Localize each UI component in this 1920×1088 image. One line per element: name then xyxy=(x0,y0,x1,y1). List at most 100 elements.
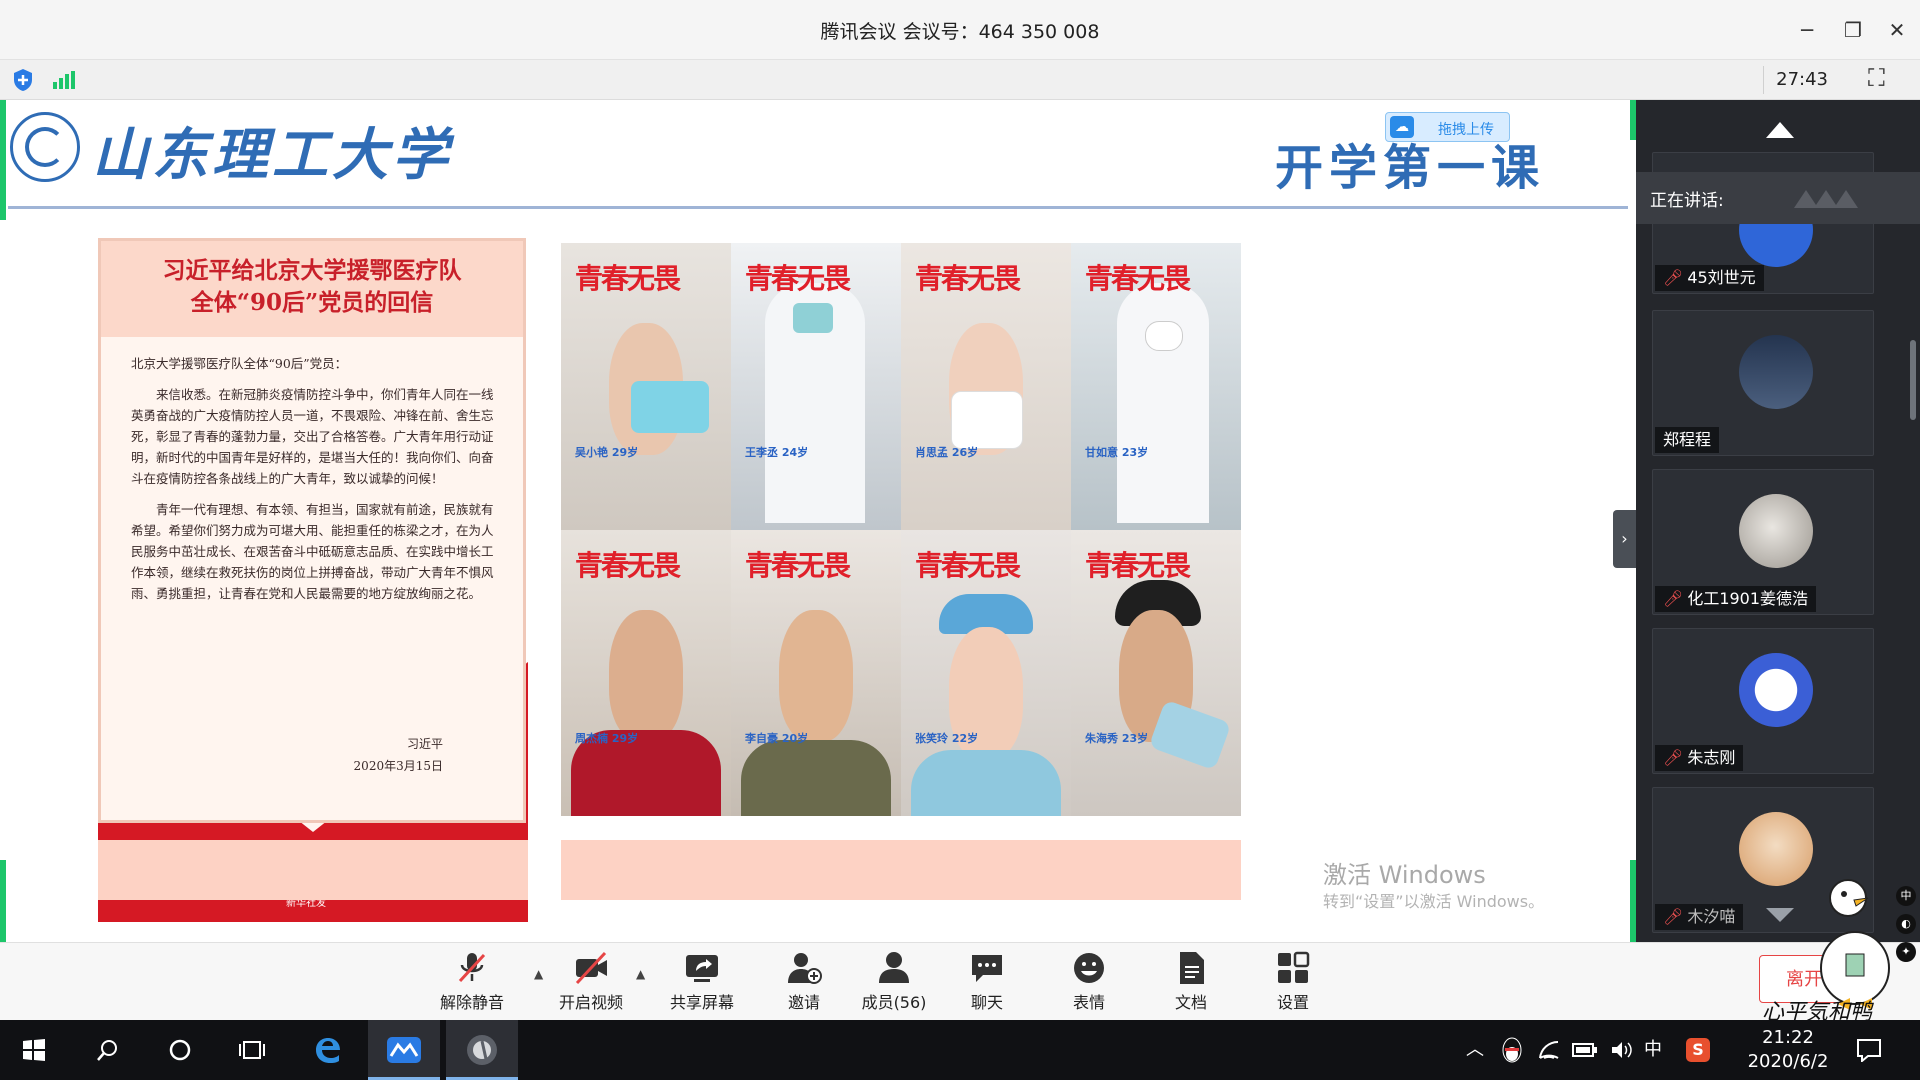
chat-icon xyxy=(972,955,1002,982)
members-button[interactable]: 成员(56) xyxy=(849,949,939,1017)
mic-muted-icon: 🎤︎ xyxy=(1663,907,1684,926)
meeting-controls: 解除静音 ▲ 开启视频 ▲ 共享屏幕 邀请 成员(56) 聊天 表情 文档 设置… xyxy=(0,942,1920,1020)
poster-caption: 朱海秀 23岁 xyxy=(1085,732,1149,745)
notification-icon[interactable] xyxy=(1856,1038,1882,1062)
minimize-icon[interactable]: ─ xyxy=(1790,14,1824,46)
task-view-icon[interactable] xyxy=(222,1020,282,1080)
letter-title-line1: 习近平给北京大学援鄂医疗队 xyxy=(162,257,462,284)
scroll-down-icon[interactable] xyxy=(1766,908,1794,922)
meeting-info-strip: 27:43 ⛶ xyxy=(0,60,1920,100)
letter-card: 习近平给北京大学援鄂医疗队 全体“90后”党员的回信 北京大学援鄂医疗队全体“9… xyxy=(98,238,526,823)
participant-tile[interactable]: 郑程程 xyxy=(1652,310,1874,456)
share-screen-icon xyxy=(686,955,718,982)
unmute-button[interactable]: 解除静音 xyxy=(427,949,517,1017)
share-border xyxy=(0,860,6,942)
share-screen-button[interactable]: 共享屏幕 xyxy=(657,949,747,1017)
audio-options-caret[interactable]: ▲ xyxy=(534,967,543,981)
fullscreen-icon[interactable]: ⛶ xyxy=(1868,64,1885,92)
invite-button[interactable]: 邀请 xyxy=(759,949,849,1017)
app-taskbar-icon[interactable] xyxy=(446,1020,518,1080)
clock-date: 2020/6/2 xyxy=(1747,1051,1829,1072)
add-user-icon xyxy=(788,953,822,984)
docs-button[interactable]: 文档 xyxy=(1146,949,1236,1017)
settings-button[interactable]: 设置 xyxy=(1248,949,1338,1017)
unmute-label: 解除静音 xyxy=(439,993,504,1012)
letter-paragraph: 来信收悉。在新冠肺炎疫情防控斗争中，你们青年人同在一线英勇奋战的广大疫情防控人员… xyxy=(131,387,494,486)
poster-title: 青春无畏 xyxy=(745,548,851,582)
camera-off-icon xyxy=(575,951,607,985)
battery-icon[interactable] xyxy=(1572,1042,1598,1058)
window-title: 腾讯会议 会议号：464 350 008 xyxy=(820,21,1100,43)
avatar xyxy=(1739,653,1813,727)
upload-label: 拖拽上传 xyxy=(1438,122,1494,138)
start-menu-icon[interactable] xyxy=(4,1020,64,1080)
chat-label: 聊天 xyxy=(970,993,1003,1012)
sogou-input-icon[interactable]: S xyxy=(1686,1038,1710,1062)
system-clock[interactable]: 21:22 2020/6/2 xyxy=(1738,1026,1838,1074)
poster-caption: 王李丞 24岁 xyxy=(745,445,809,459)
letter-body: 北京大学援鄂医疗队全体“90后”党员： 来信收悉。在新冠肺炎疫情防控斗争中，你们… xyxy=(131,353,501,614)
start-video-label: 开启视频 xyxy=(558,993,623,1012)
restore-icon[interactable]: ❐ xyxy=(1836,14,1870,46)
document-icon xyxy=(1180,952,1204,984)
mic-muted-icon: 🎤︎ xyxy=(1663,589,1684,608)
poster-title: 青春无畏 xyxy=(1085,262,1191,295)
poster: 青春无畏 甘如意 23岁 xyxy=(1071,243,1241,530)
chat-button[interactable]: 聊天 xyxy=(942,949,1032,1017)
shared-screen: 山东理工大学 开学第一课 ☁ 拖拽上传 新华社发 习近平给北京大学援鄂医疗队 全… xyxy=(0,100,1636,942)
poster-caption: 甘如意 23岁 xyxy=(1085,445,1149,459)
bird-icon[interactable]: ✦ xyxy=(1896,942,1916,962)
upload-button[interactable]: ☁ 拖拽上传 xyxy=(1385,112,1510,142)
share-border xyxy=(0,100,6,220)
shield-icon[interactable] xyxy=(12,68,34,92)
edge-browser-icon[interactable] xyxy=(298,1020,358,1080)
poster-caption: 李自豪 20岁 xyxy=(745,732,809,745)
floating-side-icons: 中 ◐ ✦ xyxy=(1896,886,1920,970)
participant-panel: 🎤︎ 45刘世元 正在讲话: 郑程程 🎤︎ 化工1901姜德浩 🎤︎ 朱志刚 🎤︎ 木汐… xyxy=(1636,100,1920,942)
poster-caption: 肖思孟 26岁 xyxy=(915,445,979,459)
poster: 青春无畏 朱海秀 23岁 xyxy=(1071,529,1241,816)
poster: 青春无畏 周杰楠 29岁 xyxy=(561,529,731,816)
participant-name: 🎤︎ 化工1901姜德浩 xyxy=(1655,586,1817,612)
mic-muted-icon: 🎤︎ xyxy=(1663,748,1684,767)
placeholder-box xyxy=(98,840,528,900)
poster-title: 青春无畏 xyxy=(915,548,1021,582)
start-video-button[interactable]: 开启视频 xyxy=(546,949,636,1017)
docs-label: 文档 xyxy=(1174,993,1207,1012)
avatar xyxy=(1739,494,1813,568)
scroll-up-icon[interactable] xyxy=(1766,122,1794,138)
header-divider xyxy=(8,206,1628,209)
emoji-button[interactable]: 表情 xyxy=(1044,949,1134,1017)
panel-toggle-handle[interactable]: › xyxy=(1613,510,1636,568)
language-icon[interactable]: 中 xyxy=(1896,886,1916,906)
letter-salutation: 北京大学援鄂医疗队全体“90后”党员： xyxy=(131,356,348,371)
poster: 青春无畏 肖思孟 26岁 xyxy=(901,243,1071,530)
letter-signature: 习近平 xyxy=(406,737,443,751)
volume-icon[interactable] xyxy=(1610,1040,1634,1060)
poster: 青春无畏 王李丞 24岁 xyxy=(731,243,901,530)
signal-icon[interactable] xyxy=(52,70,76,90)
tray-expand-icon[interactable]: ︿ xyxy=(1466,1020,1484,1080)
poster-title: 青春无畏 xyxy=(915,262,1021,295)
search-icon[interactable] xyxy=(78,1020,138,1080)
poster-title: 青春无畏 xyxy=(745,262,851,295)
participant-tile[interactable]: 🎤︎ 朱志刚 xyxy=(1652,628,1874,774)
moon-icon[interactable]: ◐ xyxy=(1896,914,1916,934)
qq-penguin-icon[interactable] xyxy=(1500,1036,1524,1064)
letter-paragraph: 青年一代有理想、有本领、有担当，国家就有前途，民族就有希望。希望你们努力成为可堪… xyxy=(131,502,494,601)
participant-tile[interactable]: 🎤︎ 化工1901姜德浩 xyxy=(1652,469,1874,615)
cloud-icon: ☁ xyxy=(1390,116,1414,138)
tencent-meeting-taskbar-icon[interactable] xyxy=(368,1020,440,1080)
video-options-caret[interactable]: ▲ xyxy=(636,967,645,981)
poster-caption: 吴小艳 29岁 xyxy=(575,445,639,459)
letter-signature-block: 习近平 2020年3月15日 xyxy=(354,733,443,777)
cortana-icon[interactable] xyxy=(150,1020,210,1080)
grid-settings-icon xyxy=(1278,951,1310,983)
wifi-icon[interactable] xyxy=(1538,1040,1560,1060)
panel-scrollbar[interactable] xyxy=(1910,340,1916,420)
close-icon[interactable]: ✕ xyxy=(1880,14,1914,46)
letter-date: 2020年3月15日 xyxy=(353,759,443,773)
emoji-icon xyxy=(1074,953,1104,983)
speaking-label: 正在讲话: xyxy=(1650,191,1724,211)
ime-indicator[interactable]: 中 xyxy=(1644,1020,1662,1080)
